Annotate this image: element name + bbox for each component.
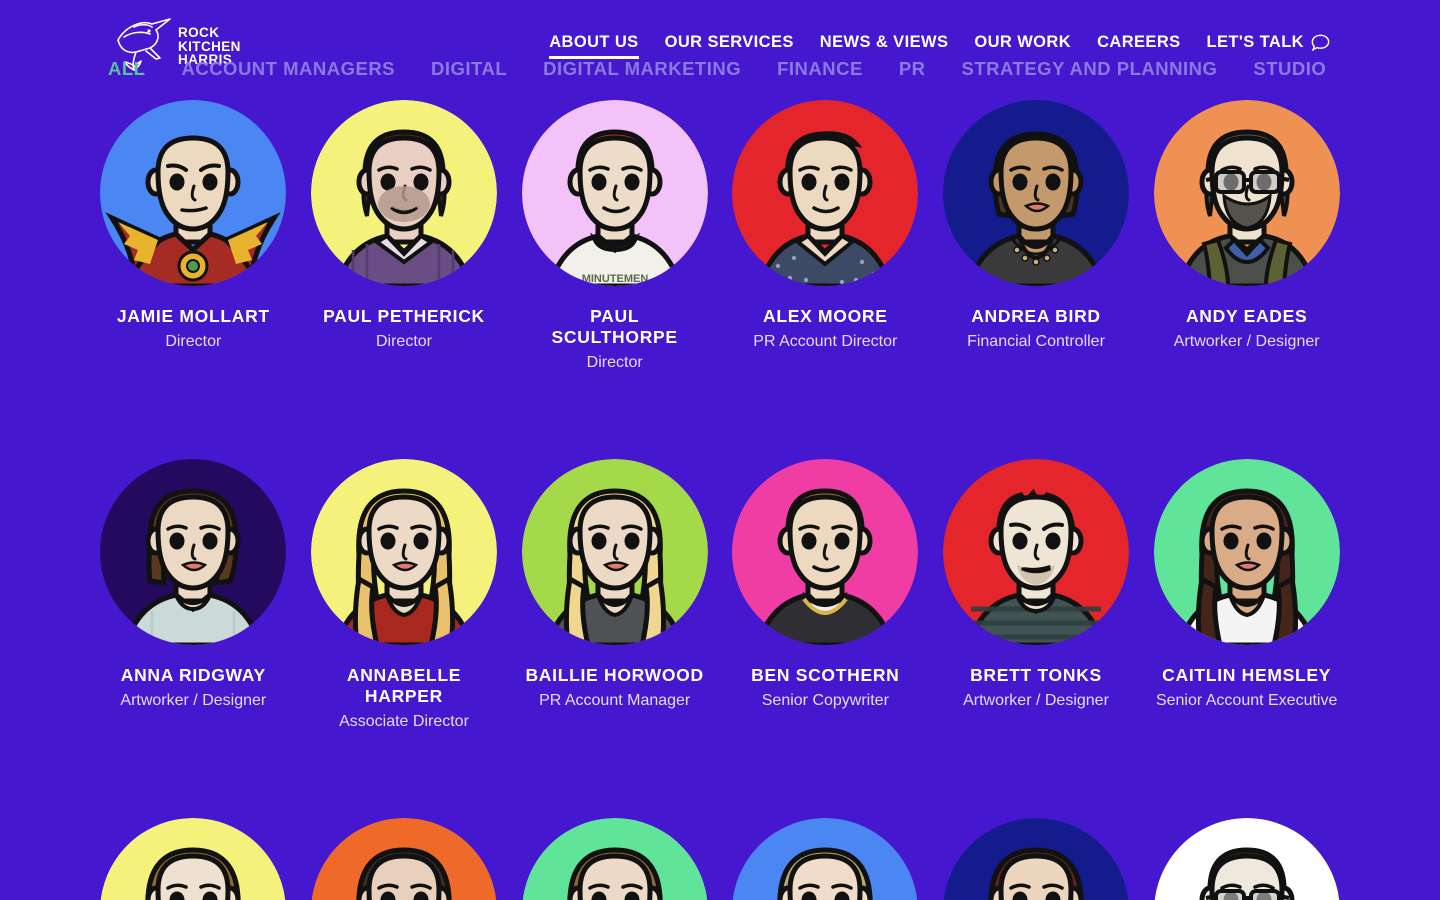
team-member-card[interactable]: BEN SCOTHERN Senior Copywriter — [720, 459, 931, 732]
team-member-name: CAITLIN HEMSLEY — [1162, 665, 1332, 685]
avatar-illustration — [311, 818, 497, 900]
avatar-illustration: MINUTEMEN — [521, 100, 708, 286]
team-member-role: Senior Copywriter — [761, 692, 889, 709]
team-member-card[interactable]: ANDREA BIRD Financial Controller — [931, 100, 1142, 373]
team-member-role: Director — [375, 333, 432, 350]
team-member-card[interactable]: ALEX MOORE PR Account Director — [720, 100, 931, 373]
team-member-card[interactable] — [299, 818, 510, 900]
avatar-illustration — [521, 459, 708, 645]
avatar-illustration — [732, 818, 918, 900]
filter-digital-marketing[interactable]: DIGITAL MARKETING — [543, 58, 741, 80]
team-member-name: ANDY EADES — [1185, 306, 1308, 326]
svg-text:MINUTEMEN: MINUTEMEN — [581, 273, 648, 285]
team-member-card[interactable] — [88, 818, 299, 900]
team-member-card[interactable] — [509, 818, 720, 900]
team-member-role: Associate Director — [339, 713, 469, 730]
team-member-card[interactable]: BRETT TONKS Artworker / Designer — [931, 459, 1142, 732]
main-navigation: ABOUT US OUR SERVICES NEWS & VIEWS OUR W… — [549, 33, 1330, 59]
team-member-role: Financial Controller — [967, 333, 1105, 350]
team-member-name: PAUL SCULTHORPE — [551, 306, 678, 347]
avatar-illustration — [310, 459, 497, 645]
avatar-illustration — [522, 818, 707, 900]
filter-finance[interactable]: FINANCE — [777, 58, 863, 80]
avatar-illustration — [943, 818, 1129, 900]
avatar-illustration — [732, 100, 919, 286]
team-member-role: Artworker / Designer — [1173, 333, 1320, 350]
logo-line-1: ROCK — [178, 25, 220, 40]
nav-item-lets-talk-label: LET'S TALK — [1206, 33, 1304, 51]
nav-item-our-services[interactable]: OUR SERVICES — [665, 33, 794, 59]
filter-pr[interactable]: PR — [899, 58, 926, 80]
team-member-grid: JAMIE MOLLART Director PAUL PETHERICK Dire… — [0, 100, 1440, 900]
nav-item-news-views[interactable]: NEWS & VIEWS — [820, 33, 949, 59]
avatar-illustration — [310, 100, 497, 286]
team-member-name: BAILLIE HORWOOD — [525, 665, 704, 685]
team-member-name: ANDREA BIRD — [971, 306, 1101, 326]
team-member-name: ALEX MOORE — [763, 306, 888, 326]
team-member-role: Artworker / Designer — [120, 692, 267, 709]
nav-item-lets-talk[interactable]: LET'S TALK — [1207, 33, 1330, 59]
category-filter-bar: ALL ACCOUNT MANAGERS DIGITAL DIGITAL MAR… — [108, 58, 1380, 80]
team-member-card[interactable]: JAMIE MOLLART Director — [88, 100, 299, 373]
avatar-illustration — [732, 459, 919, 645]
avatar-illustration — [100, 818, 286, 900]
avatar-illustration — [1153, 100, 1340, 286]
team-member-name: PAUL PETHERICK — [323, 306, 485, 326]
nav-item-about-us[interactable]: ABOUT US — [549, 33, 639, 59]
team-member-card[interactable]: MINUTEMEN PAUL SCULTHORPE Director — [509, 100, 720, 373]
team-member-name: JAMIE MOLLART — [116, 306, 270, 326]
site-header: ROCK KITCHEN HARRIS ABOUT US OUR SERVICE… — [0, 0, 1440, 92]
filter-studio[interactable]: STUDIO — [1253, 58, 1326, 80]
nav-item-careers[interactable]: CAREERS — [1097, 33, 1180, 59]
filter-account-managers[interactable]: ACCOUNT MANAGERS — [181, 58, 395, 80]
avatar-illustration — [100, 459, 287, 645]
team-member-name: BRETT TONKS — [970, 665, 1102, 685]
team-member-card[interactable] — [931, 818, 1142, 900]
team-member-role: PR Account Manager — [539, 692, 691, 709]
team-member-role: PR Account Director — [753, 333, 898, 350]
team-member-card[interactable] — [1141, 818, 1352, 900]
team-member-card[interactable]: PAUL PETHERICK Director — [299, 100, 510, 373]
team-member-card[interactable]: BAILLIE HORWOOD PR Account Manager — [509, 459, 720, 732]
avatar-illustration — [942, 459, 1129, 645]
avatar-illustration — [1153, 459, 1340, 645]
logo-line-2: KITCHEN — [178, 38, 241, 54]
team-member-card[interactable]: ANDY EADES Artworker / Designer — [1141, 100, 1352, 373]
team-member-card[interactable]: ANNA RIDGWAY Artworker / Designer — [88, 459, 299, 732]
team-member-role: Senior Account Executive — [1155, 692, 1338, 709]
team-member-card[interactable] — [720, 818, 931, 900]
speech-bubble-icon — [1311, 34, 1330, 51]
team-member-name: ANNABELLE HARPER — [346, 665, 462, 706]
team-member-role: Director — [586, 354, 643, 371]
nav-item-our-work[interactable]: OUR WORK — [974, 33, 1071, 59]
team-member-role: Director — [165, 333, 222, 350]
avatar-illustration — [942, 100, 1129, 286]
avatar-illustration — [1154, 818, 1339, 900]
filter-strategy-and-planning[interactable]: STRATEGY AND PLANNING — [962, 58, 1218, 80]
team-member-card[interactable]: CAITLIN HEMSLEY Senior Account Executive — [1141, 459, 1352, 732]
filter-all[interactable]: ALL — [108, 58, 145, 80]
team-member-role: Artworker / Designer — [963, 692, 1109, 709]
avatar-illustration — [100, 100, 287, 286]
team-member-name: ANNA RIDGWAY — [120, 665, 266, 685]
team-member-name: BEN SCOTHERN — [751, 665, 900, 685]
team-member-card[interactable]: ANNABELLE HARPER Associate Director — [299, 459, 510, 732]
filter-digital[interactable]: DIGITAL — [431, 58, 507, 80]
